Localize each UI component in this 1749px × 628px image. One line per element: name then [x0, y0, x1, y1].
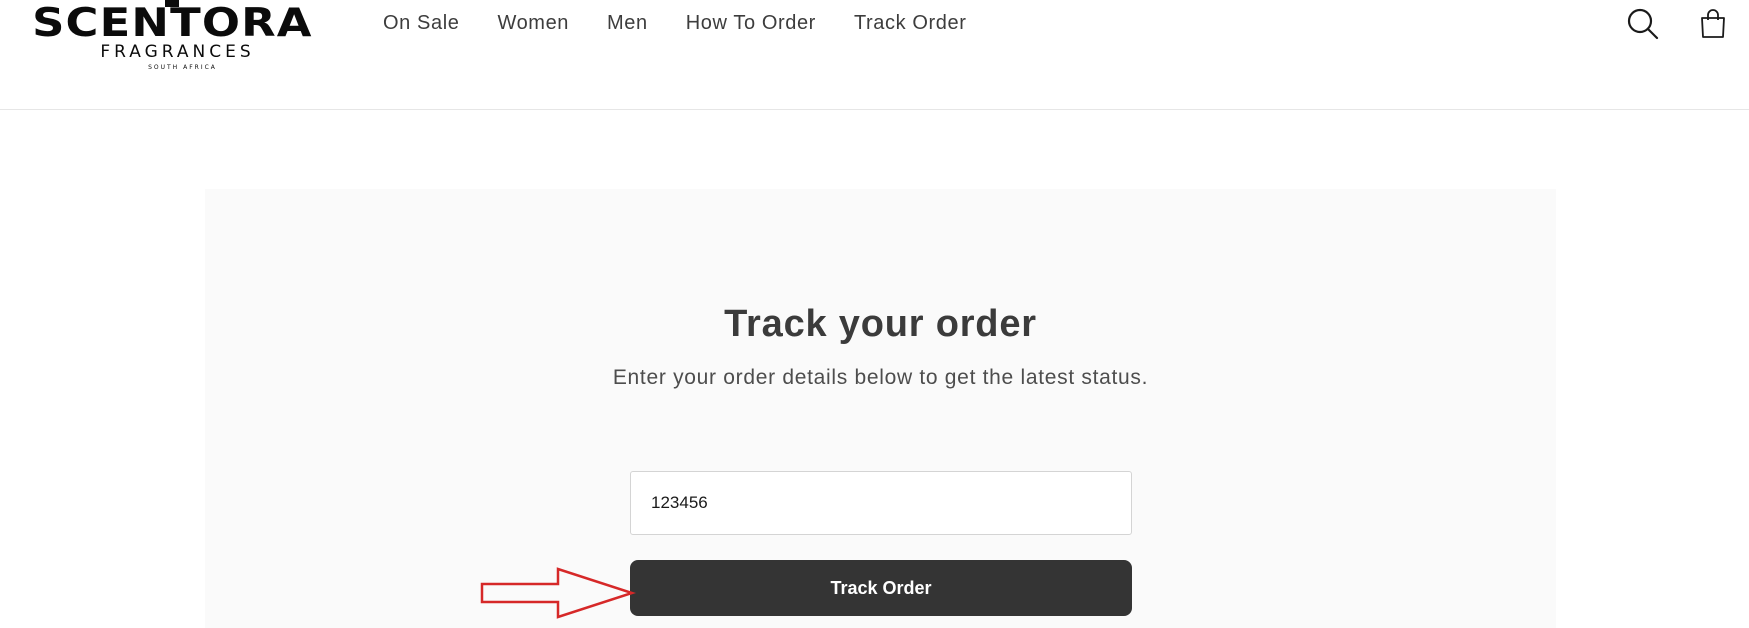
nav-how-to-order[interactable]: How To Order: [686, 10, 816, 38]
cart-button[interactable]: [1693, 4, 1733, 44]
cart-icon: [1701, 9, 1725, 38]
search-icon: [1627, 8, 1659, 40]
order-number-input[interactable]: [630, 471, 1132, 535]
nav-men[interactable]: Men: [607, 10, 648, 38]
logo-tagline: SOUTH AFRICA: [148, 64, 217, 71]
search-button[interactable]: [1623, 4, 1663, 44]
red-arrow-annotation: [480, 567, 636, 619]
nav-on-sale[interactable]: On Sale: [383, 10, 459, 38]
main-nav: On Sale Women Men How To Order Track Ord…: [383, 10, 967, 38]
logo-subtitle: FRAGRANCES: [100, 42, 255, 62]
site-header: SCENTORA FRAGRANCES SOUTH AFRICA On Sale…: [0, 0, 1749, 110]
logo-brand: SCENTORA: [32, 1, 313, 46]
logo[interactable]: SCENTORA FRAGRANCES SOUTH AFRICA: [20, 0, 325, 74]
nav-women[interactable]: Women: [497, 10, 569, 38]
nav-track-order[interactable]: Track Order: [854, 10, 967, 38]
track-order-button[interactable]: Track Order: [630, 560, 1132, 616]
page-title: Track your order: [724, 303, 1037, 345]
page-description: Enter your order details below to get th…: [612, 366, 1149, 389]
